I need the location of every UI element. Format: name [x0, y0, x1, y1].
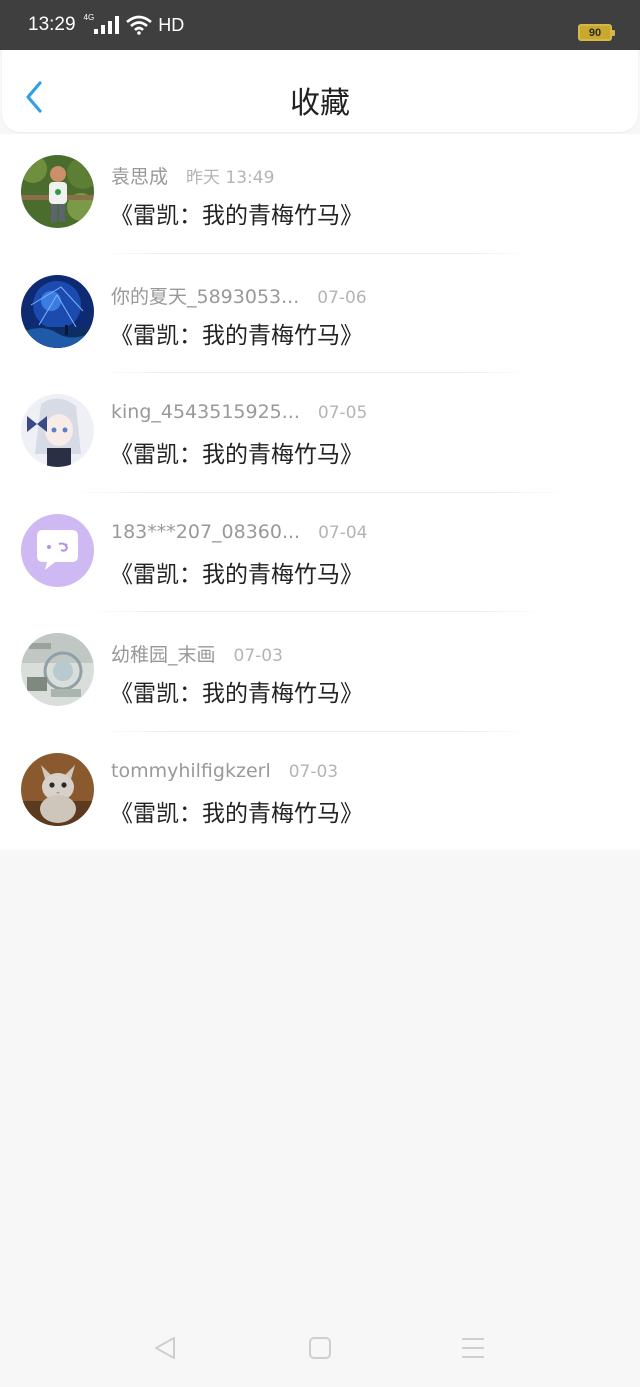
status-icons: 4G HD [83, 13, 185, 36]
list-item[interactable]: 袁思成 昨天 13:49 《雷凯：我的青梅竹马》 [0, 134, 640, 254]
list-item[interactable]: 幼稚园_末画 07-03 《雷凯：我的青梅竹马》 [0, 612, 640, 732]
system-nav-bar [0, 1320, 640, 1375]
list-item[interactable]: 183***207_08360... 07-04 《雷凯：我的青梅竹马》 [0, 493, 640, 612]
status-time: 13:29 [28, 14, 76, 35]
item-title[interactable]: 《雷凯：我的青梅竹马》 [110, 316, 363, 350]
favorites-list: 袁思成 昨天 13:49 《雷凯：我的青梅竹马》 你的夏天_5893053...… [0, 134, 640, 850]
item-date: 07-05 [317, 403, 368, 423]
wifi-icon [126, 15, 153, 35]
avatar[interactable] [21, 155, 94, 228]
item-meta: 幼稚园_末画 07-03 [111, 640, 283, 667]
hd-label: HD [158, 14, 185, 35]
network-label: 4G [83, 13, 95, 22]
item-meta: king_4543515925... 07-05 [111, 401, 367, 423]
header: 收藏 [2, 50, 638, 132]
item-title[interactable]: 《雷凯：我的青梅竹马》 [110, 674, 363, 708]
user-name[interactable]: tommyhilfigkzerl [111, 760, 271, 782]
nav-home-button[interactable] [305, 1334, 335, 1364]
item-meta: 你的夏天_5893053... 07-06 [111, 282, 367, 309]
avatar[interactable] [21, 633, 94, 706]
item-meta: 183***207_08360... 07-04 [111, 521, 368, 543]
status-bar: 13:29 4G HD 90 [0, 0, 640, 50]
item-title[interactable]: 《雷凯：我的青梅竹马》 [110, 435, 363, 469]
battery-level: 90 [588, 26, 602, 39]
user-name[interactable]: 袁思成 [111, 162, 168, 189]
avatar[interactable] [21, 752, 94, 826]
item-title[interactable]: 《雷凯：我的青梅竹马》 [110, 794, 363, 828]
battery-icon: 90 [578, 24, 615, 41]
item-title[interactable]: 《雷凯：我的青梅竹马》 [110, 196, 363, 230]
menu-lines-icon [462, 1338, 484, 1358]
item-title[interactable]: 《雷凯：我的青梅竹马》 [110, 555, 363, 589]
item-date: 昨天 13:49 [186, 168, 275, 188]
list-item[interactable]: king_4543515925... 07-05 《雷凯：我的青梅竹马》 [0, 373, 640, 493]
avatar[interactable] [21, 274, 94, 348]
user-name[interactable]: 183***207_08360... [111, 521, 300, 543]
item-date: 07-03 [233, 646, 283, 666]
item-date: 07-03 [288, 761, 339, 782]
avatar[interactable] [21, 394, 94, 467]
back-triangle-icon [155, 1337, 175, 1359]
list-item[interactable]: tommyhilfigkzerl 07-03 《雷凯：我的青梅竹马》 [0, 732, 640, 852]
user-name[interactable]: 幼稚园_末画 [111, 640, 216, 667]
item-meta: tommyhilfigkzerl 07-03 [111, 760, 338, 782]
nav-menu-button[interactable] [458, 1334, 488, 1364]
item-date: 07-04 [318, 522, 368, 543]
item-meta: 袁思成 昨天 13:49 [111, 162, 274, 189]
user-name[interactable]: king_4543515925... [111, 401, 300, 423]
home-square-icon [309, 1337, 331, 1359]
item-date: 07-06 [317, 287, 367, 308]
list-item[interactable]: 你的夏天_5893053... 07-06 《雷凯：我的青梅竹马》 [0, 254, 640, 373]
avatar[interactable] [21, 513, 94, 587]
signal-icon [94, 16, 120, 34]
user-name[interactable]: 你的夏天_5893053... [111, 282, 299, 309]
page-title: 收藏 [290, 86, 350, 121]
nav-back-button[interactable] [150, 1334, 180, 1364]
